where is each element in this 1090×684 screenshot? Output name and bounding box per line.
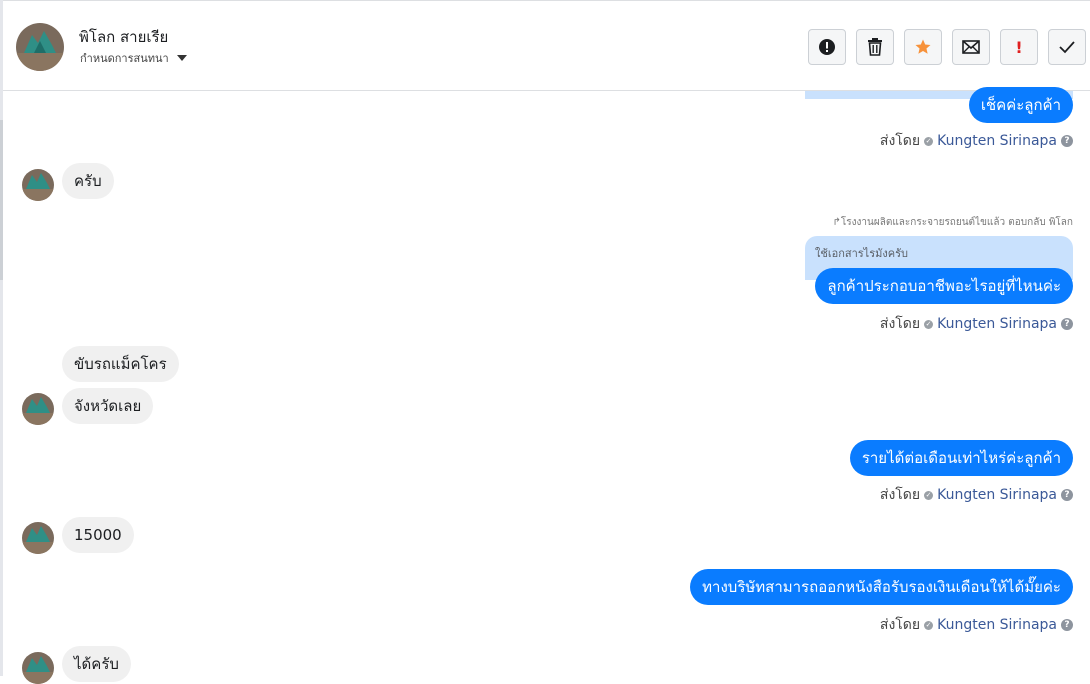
page-message[interactable]: รายได้ต่อเดือนเท่าไหร่ค่ะลูกค้า (849, 440, 1073, 476)
trash-icon (868, 38, 882, 56)
verified-icon: ✓ (924, 490, 934, 500)
verified-icon: ✓ (924, 319, 934, 329)
contact-name: พิโลก สายเรีย (79, 28, 169, 46)
reply-note-text: โรงงานผลิตและกระจายรถยนต์ไขแล้ว ตอบกลับ … (840, 217, 1073, 228)
sent-by-prefix: ส่งโดย (879, 133, 921, 149)
exclamation-icon: ! (1015, 37, 1023, 57)
mark-unread-button[interactable] (952, 29, 990, 65)
user-avatar[interactable] (22, 169, 54, 201)
verified-icon: ✓ (924, 620, 934, 630)
envelope-icon (962, 40, 980, 54)
sent-by-line: ส่งโดย ✓ Kungten Sirinapa ? (880, 313, 1073, 335)
delete-button[interactable] (856, 29, 894, 65)
agent-name[interactable]: Kungten Sirinapa (937, 133, 1057, 149)
user-avatar[interactable] (22, 652, 54, 684)
user-avatar[interactable] (22, 393, 54, 425)
sent-by-line: ส่งโดย ✓ Kungten Sirinapa ? (880, 614, 1073, 636)
user-message[interactable]: ครับ (62, 163, 114, 199)
mark-done-button[interactable] (1048, 29, 1086, 65)
page-message[interactable]: ทางบริษัทสามารถออกหนังสือรับรองเงินเดือน… (690, 569, 1073, 605)
user-message[interactable]: ขับรถแม็คโคร (62, 346, 179, 382)
user-avatar[interactable] (22, 522, 54, 554)
agent-name[interactable]: Kungten Sirinapa (937, 316, 1057, 332)
caret-down-icon (176, 55, 187, 61)
scroll-indicator[interactable] (0, 120, 3, 280)
sent-by-line: ส่งโดย ✓ Kungten Sirinapa ? (880, 484, 1073, 506)
sent-by-prefix: ส่งโดย (879, 316, 921, 332)
page-message[interactable]: ลูกค้าประกอบอาชีพอะไรอยู่ที่ไหนค่ะ (815, 268, 1073, 304)
conversation-header: พิโลก สายเรีย กำหนดการสนทนา ! (3, 0, 1090, 91)
agent-name[interactable]: Kungten Sirinapa (937, 617, 1057, 633)
spam-button[interactable] (808, 29, 846, 65)
star-icon (915, 39, 931, 54)
contact-avatar[interactable] (16, 23, 64, 71)
user-message[interactable]: 15000 (62, 517, 134, 553)
sent-by-prefix: ส่งโดย (879, 487, 921, 503)
page-message[interactable]: เช็คค่ะลูกค้า (968, 87, 1073, 123)
agent-name[interactable]: Kungten Sirinapa (937, 487, 1057, 503)
reply-arrow-icon: ↱ (832, 217, 841, 228)
reply-note: ↱โรงงานผลิตและกระจายรถยนต์ไขแล้ว ตอบกลับ… (833, 215, 1073, 230)
alert-circle-icon (819, 39, 835, 55)
check-icon (1059, 41, 1075, 54)
user-message[interactable]: จังหวัดเลย (62, 388, 154, 424)
user-message[interactable]: ได้ครับ (62, 646, 131, 682)
follow-up-button[interactable]: ! (1000, 29, 1038, 65)
assign-conversation-dropdown[interactable]: กำหนดการสนทนา (80, 49, 187, 67)
assign-label: กำหนดการสนทนา (80, 52, 169, 65)
help-icon[interactable]: ? (1061, 135, 1073, 147)
star-button[interactable] (904, 29, 942, 65)
sent-by-prefix: ส่งโดย (879, 617, 921, 633)
help-icon[interactable]: ? (1061, 619, 1073, 631)
help-icon[interactable]: ? (1061, 318, 1073, 330)
left-border (0, 0, 3, 676)
sent-by-line: ส่งโดย ✓ Kungten Sirinapa ? (880, 130, 1073, 152)
help-icon[interactable]: ? (1061, 489, 1073, 501)
verified-icon: ✓ (924, 136, 934, 146)
